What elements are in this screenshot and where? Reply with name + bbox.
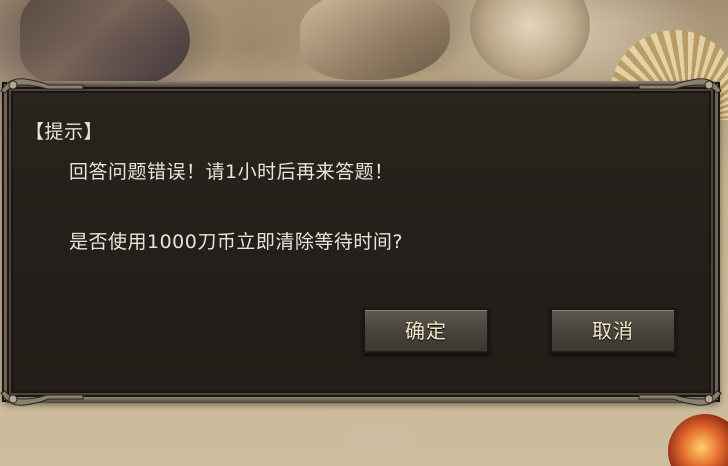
- scenery-rubble: [300, 0, 450, 80]
- frame-corner-ornament-icon: [0, 390, 84, 406]
- dialog-title: 【提示】: [25, 121, 104, 143]
- frame-corner-ornament-icon: [638, 78, 722, 94]
- frame-corner-ornament-icon: [0, 78, 84, 94]
- dialog-frame-top: [7, 81, 715, 87]
- dialog-message-question: 是否使用1000刀币立即清除等待时间?: [69, 231, 403, 253]
- confirm-button[interactable]: 确定: [363, 308, 489, 354]
- cancel-button[interactable]: 取消: [550, 308, 676, 354]
- frame-corner-ornament-icon: [638, 390, 722, 406]
- dialog-message-error: 回答问题错误！请1小时后再来答题！: [69, 161, 394, 183]
- scenery-stone: [470, 0, 590, 80]
- health-orb: [668, 414, 728, 466]
- dialog-frame-bottom: [7, 397, 715, 403]
- prompt-dialog: 【提示】 回答问题错误！请1小时后再来答题！ 是否使用1000刀币立即清除等待时…: [0, 78, 722, 406]
